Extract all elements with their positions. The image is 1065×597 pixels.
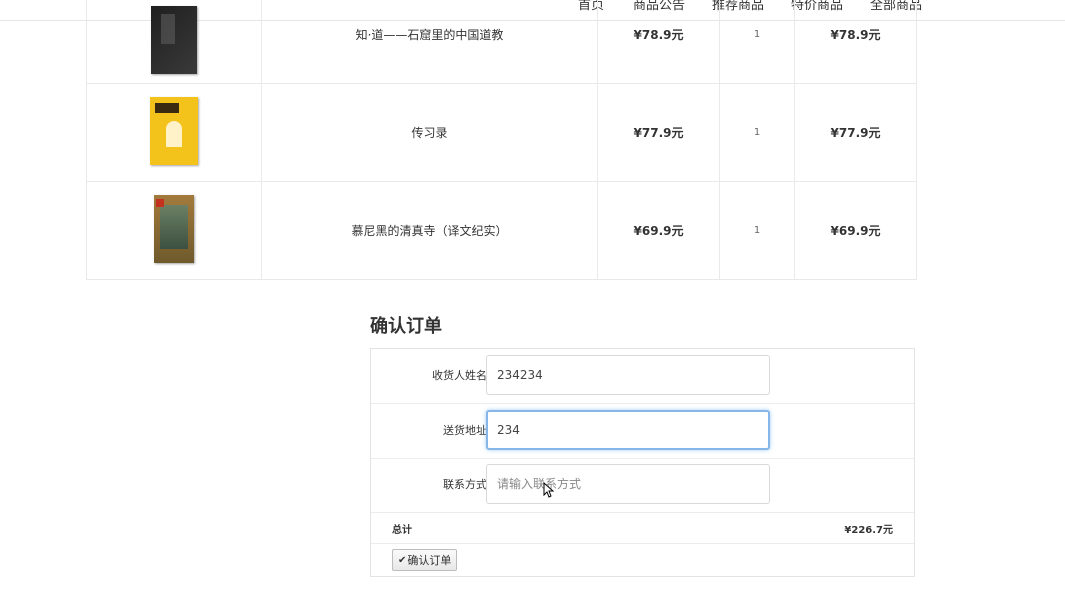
contact-row: 联系方式 — [371, 458, 914, 513]
table-row: 知·道——石窟里的中国道教 ¥78.9元 1 ¥78.9元 — [86, 0, 917, 84]
product-price: ¥78.9元 — [597, 0, 720, 84]
total-label: 总计 — [392, 525, 412, 536]
total-row: 总计 ¥226.7元 — [371, 513, 914, 544]
product-quantity: 1 — [719, 83, 795, 182]
mouse-cursor-icon — [543, 482, 555, 498]
product-subtotal: ¥78.9元 — [794, 0, 917, 84]
book-cover-image — [154, 195, 194, 263]
cart-table: 知·道——石窟里的中国道教 ¥78.9元 1 ¥78.9元 传习录 ¥77.9元… — [86, 0, 917, 280]
product-price: ¥77.9元 — [597, 83, 720, 182]
name-label: 收货人姓名 — [432, 369, 487, 382]
cover-cell — [86, 181, 262, 280]
name-row: 收货人姓名 — [371, 349, 914, 404]
product-subtotal: ¥77.9元 — [794, 83, 917, 182]
product-name: 慕尼黑的清真寺（译文纪实） — [261, 181, 598, 280]
book-cover-image — [150, 97, 198, 165]
address-label: 送货地址 — [443, 424, 487, 437]
shipping-address-input[interactable] — [486, 410, 770, 450]
contact-label: 联系方式 — [443, 478, 487, 491]
product-name: 知·道——石窟里的中国道教 — [261, 0, 598, 84]
total-value: ¥226.7元 — [844, 525, 893, 536]
recipient-name-input[interactable] — [486, 355, 770, 395]
cover-cell — [86, 83, 262, 182]
table-row: 传习录 ¥77.9元 1 ¥77.9元 — [86, 83, 917, 182]
check-icon: ✔ — [398, 554, 407, 566]
confirm-order-title: 确认订单 — [370, 316, 442, 337]
product-price: ¥69.9元 — [597, 181, 720, 280]
table-row: 慕尼黑的清真寺（译文纪实） ¥69.9元 1 ¥69.9元 — [86, 181, 917, 280]
product-quantity: 1 — [719, 0, 795, 84]
confirm-order-label: 确认订单 — [407, 554, 452, 567]
book-cover-image — [151, 6, 197, 74]
product-subtotal: ¥69.9元 — [794, 181, 917, 280]
confirm-order-button[interactable]: ✔ 确认订单 — [392, 549, 458, 571]
product-quantity: 1 — [719, 181, 795, 280]
product-name: 传习录 — [261, 83, 598, 182]
cover-cell — [86, 0, 262, 84]
address-row: 送货地址 — [371, 404, 914, 459]
contact-input[interactable] — [486, 464, 770, 504]
order-form: 收货人姓名 送货地址 联系方式 总计 ¥226.7元 ✔ 确认订单 — [370, 348, 915, 577]
